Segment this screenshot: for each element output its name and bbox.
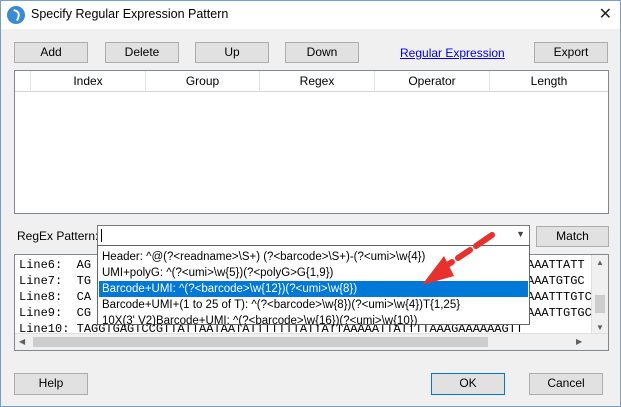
scroll-up-icon[interactable]: ▲: [596, 258, 604, 267]
chevron-down-icon[interactable]: ▼: [516, 229, 525, 239]
cancel-button[interactable]: Cancel: [529, 373, 603, 395]
sequence-line: Line9: CG: [19, 306, 92, 320]
sequence-line: Line7: TG: [19, 274, 92, 288]
sequence-line-tail: AAATTATT: [527, 258, 585, 272]
sequence-line-tail: AAATGTGC: [527, 274, 585, 288]
column-header-group[interactable]: Group: [146, 71, 260, 92]
regex-table[interactable]: Index Group Regex Operator Length: [14, 70, 609, 214]
app-logo-icon: [7, 6, 25, 24]
ok-button[interactable]: OK: [431, 373, 505, 395]
row-selector-header: [15, 71, 31, 92]
scroll-right-icon[interactable]: ▶: [576, 337, 582, 346]
down-button[interactable]: Down: [285, 42, 359, 63]
help-button[interactable]: Help: [14, 373, 88, 395]
sequence-line: Line6: AG: [19, 258, 92, 272]
sequence-line: Line8: CA: [19, 290, 92, 304]
window-title: Specify Regular Expression Pattern: [31, 7, 229, 21]
vertical-scroll-thumb[interactable]: [595, 295, 605, 313]
export-button[interactable]: Export: [534, 42, 608, 63]
preset-barcode-umi-t[interactable]: Barcode+UMI+(1 to 25 of T): ^(?<barcode>…: [99, 297, 528, 313]
sequence-line-tail: AAATTGTGC: [527, 306, 592, 320]
regex-pattern-label: RegEx Pattern:: [17, 229, 99, 243]
scroll-down-icon[interactable]: ▼: [596, 323, 604, 332]
dialog-window: Specify Regular Expression Pattern ✕ Add…: [0, 0, 621, 407]
close-icon[interactable]: ✕: [599, 4, 612, 24]
column-header-index[interactable]: Index: [31, 71, 146, 92]
preset-10x-v2[interactable]: 10X(3' V2)Barcode+UMI: ^(?<barcode>\w{16…: [99, 313, 528, 329]
horizontal-scrollbar[interactable]: ◀ ▶: [15, 333, 608, 350]
text-caret: [101, 229, 102, 242]
column-header-operator[interactable]: Operator: [375, 71, 490, 92]
up-button[interactable]: Up: [195, 42, 269, 63]
sequence-line-tail: AAATTTGTC: [527, 290, 592, 304]
table-header: Index Group Regex Operator Length: [15, 71, 608, 92]
delete-button[interactable]: Delete: [105, 42, 179, 63]
add-button[interactable]: Add: [14, 42, 88, 63]
horizontal-scroll-thumb[interactable]: [33, 337, 488, 347]
match-button[interactable]: Match: [536, 226, 609, 247]
annotation-arrow-icon: [422, 232, 495, 285]
column-header-regex[interactable]: Regex: [260, 71, 375, 92]
scroll-left-icon[interactable]: ◀: [19, 337, 25, 346]
vertical-scrollbar[interactable]: ▲ ▼: [591, 255, 608, 335]
title-bar: Specify Regular Expression Pattern ✕: [1, 1, 620, 29]
regular-expression-link[interactable]: Regular Expression: [400, 46, 505, 60]
column-header-length[interactable]: Length: [490, 71, 608, 92]
